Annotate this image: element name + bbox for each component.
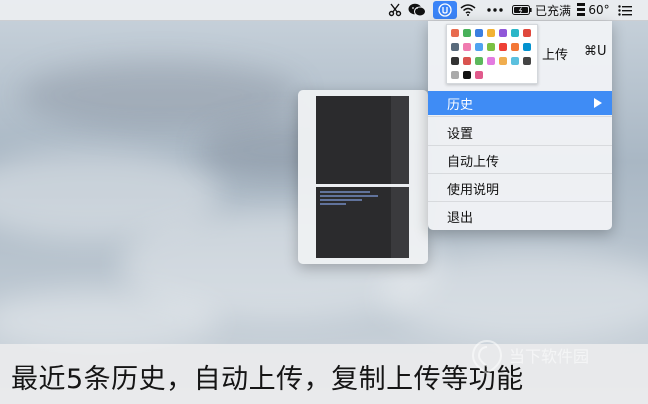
menu-item-history[interactable]: 历史 (428, 91, 612, 115)
menu-item-label: 设置 (447, 126, 474, 142)
history-item-1[interactable] (316, 96, 409, 184)
battery-status: 已充满 (534, 3, 571, 18)
history-submenu (298, 90, 428, 264)
watermark: 当下软件园 (470, 339, 630, 379)
uploader-app-icon[interactable] (433, 1, 457, 19)
more-dots-icon[interactable] (486, 0, 504, 20)
watermark-logo-icon (471, 339, 503, 375)
submenu-arrow-icon (594, 98, 602, 108)
temperature-reading: 60° (588, 3, 610, 17)
menu-divider (428, 201, 612, 202)
battery-icon[interactable] (511, 0, 533, 20)
menu-item-settings[interactable]: 设置 (428, 120, 612, 144)
menu-item-label: 自动上传 (447, 154, 500, 170)
list-menu-icon[interactable] (616, 0, 634, 20)
scissors-icon[interactable] (386, 0, 404, 20)
menu-divider (428, 116, 612, 117)
watermark-text: 当下软件园 (509, 347, 590, 366)
menu-divider (428, 173, 612, 174)
menu-item-auto-upload[interactable]: 自动上传 (428, 148, 612, 172)
upload-label: 上传 (542, 48, 569, 63)
upload-menu-item[interactable]: 上传 ⌘U (428, 21, 612, 89)
wechat-icon[interactable] (407, 0, 427, 20)
caption-text: 最近5条历史，自动上传，复制上传等功能 (11, 364, 524, 395)
weather-app-icon[interactable] (575, 0, 587, 20)
menu-bar: 已充满 60° (0, 0, 648, 21)
app-dropdown-menu: 上传 ⌘U 历史 设置 自动上传 使用说明 退出 (428, 21, 612, 230)
menu-item-label: 历史 (447, 97, 474, 113)
screenshot-thumbnail (446, 24, 538, 84)
menu-item-instructions[interactable]: 使用说明 (428, 176, 612, 200)
menu-divider (428, 145, 612, 146)
history-item-2[interactable] (316, 187, 409, 258)
upload-shortcut: ⌘U (584, 44, 607, 59)
menu-item-quit[interactable]: 退出 (428, 204, 612, 228)
menu-item-label: 退出 (447, 210, 474, 226)
wifi-icon[interactable] (458, 0, 478, 20)
menu-item-label: 使用说明 (447, 182, 500, 198)
